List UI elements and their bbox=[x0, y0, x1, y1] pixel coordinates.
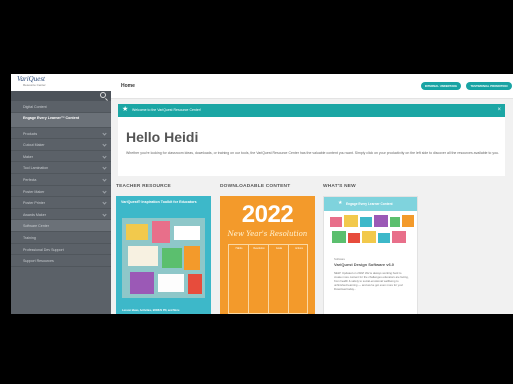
card-heading: VariQuest® Inspiration Toolkit for Educa… bbox=[121, 200, 197, 204]
welcome-banner: ★ Welcome to the VariQuest Resource Cent… bbox=[118, 104, 505, 117]
greeting-title: Hello Heidi bbox=[126, 129, 199, 145]
chevron-down-icon bbox=[102, 154, 107, 159]
grid-column: Resolution bbox=[249, 245, 269, 314]
sidebar-item-label: Perfecta bbox=[23, 177, 37, 182]
sidebar-item-label: Support Resources bbox=[23, 259, 54, 264]
chevron-down-icon bbox=[102, 130, 107, 136]
sidebar-item-label: Awards Maker bbox=[23, 212, 46, 217]
chevron-down-icon bbox=[102, 177, 107, 182]
greeting-description: Whether you're looking for classroom ide… bbox=[126, 151, 499, 155]
sidebar-item-engage-content[interactable]: Engage Every Learner™ Content bbox=[11, 112, 111, 128]
sidebar-item-products[interactable]: Products bbox=[11, 128, 111, 140]
grid-column-label: Goals bbox=[275, 247, 283, 250]
sidebar-item-support-resources[interactable]: Support Resources bbox=[11, 255, 111, 267]
sidebar-item-label: Cutout Maker bbox=[23, 143, 45, 148]
sidebar-item-awards-maker[interactable]: Awards Maker bbox=[11, 209, 111, 221]
resolution-grid: Habits Resolution Goals Actions bbox=[228, 244, 308, 314]
card-footer: Lesson Ideas, Activities, BONUS PD, and … bbox=[122, 309, 180, 312]
calendar-year: 2022 bbox=[241, 201, 294, 228]
greeting-card: Hello Heidi Whether you're looking for c… bbox=[118, 117, 505, 176]
internal-button[interactable]: INTERNAL UNDERTAKE bbox=[421, 82, 461, 90]
chevron-down-icon bbox=[102, 142, 107, 147]
chevron-down-icon bbox=[102, 165, 107, 170]
sidebar-search[interactable] bbox=[11, 91, 111, 101]
search-icon[interactable] bbox=[100, 92, 106, 98]
sidebar-item-label: Professional Dev Support bbox=[23, 247, 64, 252]
grid-column: Actions bbox=[289, 245, 308, 314]
testimonial-button[interactable]: TESTIMONIAL PROMOTION bbox=[466, 82, 512, 90]
logo-text: VariQuest bbox=[17, 75, 45, 83]
sidebar-item-label: Poster Maker bbox=[23, 189, 45, 194]
card-tag: Software bbox=[334, 257, 346, 261]
chevron-down-icon bbox=[102, 200, 107, 205]
logo[interactable]: VariQuest Resource Center bbox=[11, 74, 111, 91]
sidebar-item-training[interactable]: Training bbox=[11, 232, 111, 244]
sidebar: VariQuest Resource Center Digital Conten… bbox=[11, 74, 111, 314]
grid-column-label: Habits bbox=[235, 247, 243, 250]
sidebar-item-software-center[interactable]: Software Center bbox=[11, 220, 111, 232]
sidebar-item-label: Digital Content bbox=[23, 105, 47, 109]
sidebar-item-poster-printer[interactable]: Poster Printer bbox=[11, 197, 111, 209]
sidebar-item-label: Products bbox=[23, 131, 38, 136]
sidebar-nav: Digital Content Engage Every Learner™ Co… bbox=[11, 101, 111, 267]
sidebar-item-digital-content[interactable]: Digital Content bbox=[11, 101, 111, 113]
sidebar-item-poster-maker[interactable]: Poster Maker bbox=[11, 186, 111, 198]
page-title: Home bbox=[121, 83, 135, 89]
card-title[interactable]: VariQuest Design Software v6.0 bbox=[334, 262, 394, 267]
browser-screen: VariQuest Resource Center Digital Conten… bbox=[11, 74, 513, 314]
grid-column: Habits bbox=[229, 245, 249, 314]
sidebar-item-label: Tool Lamination bbox=[23, 166, 49, 171]
sidebar-item-label: Training bbox=[23, 235, 36, 240]
downloadable-content-card[interactable]: 2022 New Year's Resolution Habits Resolu… bbox=[220, 196, 315, 314]
sidebar-item-maker[interactable]: Maker bbox=[11, 151, 111, 163]
teacher-resource-card[interactable]: VariQuest® Inspiration Toolkit for Educa… bbox=[116, 196, 211, 314]
top-bar: Home INTERNAL UNDERTAKE TESTIMONIAL PROM… bbox=[111, 74, 513, 99]
sidebar-item-label: Poster Printer bbox=[23, 201, 45, 206]
section-title-downloadable: DOWNLOADABLE CONTENT bbox=[220, 184, 291, 189]
card-text: NEW: Updated on 2022! We're always worki… bbox=[334, 271, 409, 291]
toolkit-photo bbox=[122, 218, 205, 298]
video-frame: VariQuest Resource Center Digital Conten… bbox=[0, 0, 513, 384]
calendar-caption: New Year's Resolution bbox=[227, 230, 308, 238]
chevron-down-icon bbox=[102, 188, 107, 194]
star-icon: ★ bbox=[122, 106, 129, 113]
whats-new-card[interactable]: ★ Engage Every Learner Content Software … bbox=[323, 196, 418, 314]
sidebar-item-professional-dev[interactable]: Professional Dev Support bbox=[11, 244, 111, 256]
star-icon: ★ bbox=[338, 200, 343, 206]
chevron-down-icon bbox=[102, 212, 107, 217]
section-title-teacher: TEACHER RESOURCE bbox=[116, 184, 171, 189]
card-banner-text: Engage Every Learner Content bbox=[346, 202, 393, 206]
sidebar-item-label: Engage Every Learner™ Content bbox=[23, 115, 80, 120]
welcome-text: Welcome to the VariQuest Resource Center… bbox=[132, 108, 201, 112]
grid-column: Goals bbox=[269, 245, 289, 314]
main-content: ★ Welcome to the VariQuest Resource Cent… bbox=[111, 99, 513, 314]
card-banner: ★ Engage Every Learner Content bbox=[324, 197, 417, 211]
sidebar-item-tool-lamination[interactable]: Tool Lamination bbox=[11, 162, 111, 174]
section-title-whats-new: WHAT'S NEW bbox=[323, 184, 356, 189]
sidebar-item-label: Maker bbox=[23, 154, 33, 159]
close-icon[interactable]: × bbox=[497, 106, 501, 114]
grid-column-label: Resolution bbox=[253, 247, 265, 250]
content-collage bbox=[324, 211, 417, 253]
grid-column-label: Actions bbox=[295, 247, 303, 250]
sidebar-item-label: Software Center bbox=[23, 224, 49, 229]
sidebar-item-perfecta[interactable]: Perfecta bbox=[11, 174, 111, 186]
sidebar-item-cutout-maker[interactable]: Cutout Maker bbox=[11, 139, 111, 151]
logo-subtitle: Resource Center bbox=[23, 83, 46, 87]
